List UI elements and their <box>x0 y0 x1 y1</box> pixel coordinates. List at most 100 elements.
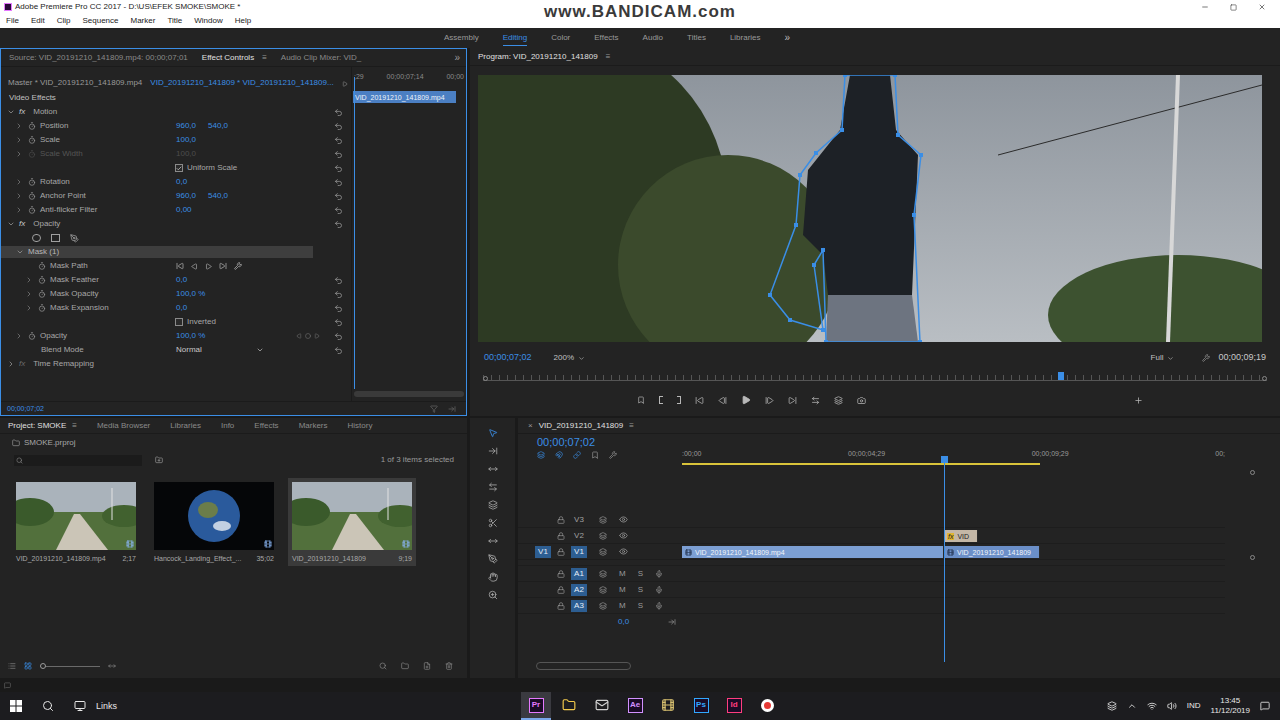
go-to-in-icon[interactable] <box>695 396 704 405</box>
track-forward-icon[interactable] <box>219 262 227 270</box>
taskbar-app[interactable]: Ps <box>686 692 716 720</box>
pen-mask-icon[interactable] <box>70 234 79 243</box>
taskbar-app[interactable]: Pr <box>521 692 551 720</box>
menu-item[interactable]: Clip <box>57 17 71 25</box>
track-target[interactable]: V1 <box>571 546 587 558</box>
task-view-icon[interactable] <box>74 700 86 712</box>
track-forward-one-icon[interactable] <box>205 263 212 270</box>
project-item[interactable]: VID_20191210_1418099;19 <box>288 478 416 566</box>
expand-icon[interactable] <box>15 136 23 144</box>
timeline-timecode[interactable]: 00;00;07;02 <box>537 437 682 448</box>
property-value[interactable]: 960,0 <box>176 122 196 130</box>
linked-selection-icon[interactable] <box>573 451 581 459</box>
taskbar-app[interactable]: Id <box>719 692 749 720</box>
taskbar-app[interactable] <box>554 692 584 720</box>
blend-mode-dropdown[interactable]: Normal <box>176 346 264 354</box>
lock-icon[interactable] <box>557 548 565 556</box>
expand-icon[interactable] <box>15 122 23 130</box>
new-bin-icon[interactable] <box>155 456 163 464</box>
mute-button[interactable]: M <box>619 602 626 610</box>
mic-icon[interactable] <box>655 586 663 594</box>
property-value[interactable]: 0,0 <box>176 178 187 186</box>
links-toolbar[interactable]: Links <box>96 702 117 711</box>
solo-button[interactable]: S <box>638 570 643 578</box>
panel-tab[interactable]: Source: VID_20191210_141809.mp4: 00;00;0… <box>9 54 188 62</box>
property-value[interactable]: 0,00 <box>176 206 192 214</box>
stopwatch-icon[interactable] <box>28 122 36 130</box>
reset-icon[interactable] <box>334 206 343 215</box>
expand-icon[interactable] <box>15 332 23 340</box>
collapse-icon[interactable] <box>7 220 15 228</box>
property-value[interactable]: 540,0 <box>208 122 228 130</box>
mask-row[interactable]: Mask (1) <box>1 245 351 259</box>
selection-tool-icon[interactable] <box>488 428 498 438</box>
checkbox[interactable] <box>175 318 183 326</box>
add-marker-icon[interactable] <box>637 396 645 404</box>
track-backward-icon[interactable] <box>176 262 184 270</box>
scrubber-playhead[interactable] <box>1058 372 1064 380</box>
stopwatch-icon[interactable] <box>28 136 36 144</box>
new-bin-icon[interactable] <box>401 662 409 670</box>
people-icon[interactable] <box>1107 701 1117 711</box>
eye-icon[interactable] <box>619 515 628 524</box>
mic-icon[interactable] <box>655 602 663 610</box>
workspace-tab[interactable]: Editing <box>503 31 527 46</box>
sync-lock-icon[interactable] <box>599 516 607 524</box>
go-to-out-icon[interactable] <box>788 396 797 405</box>
menu-item[interactable]: Marker <box>131 17 156 25</box>
reset-icon[interactable] <box>334 220 343 229</box>
property-value[interactable]: 100,0 % <box>176 332 205 340</box>
restore-icon[interactable] <box>1230 4 1237 11</box>
timeline-clip[interactable]: fxVID <box>944 530 978 542</box>
workspace-tab[interactable]: Assembly <box>444 31 479 46</box>
scrubber[interactable] <box>483 366 1267 390</box>
stopwatch-icon[interactable] <box>38 304 46 312</box>
panel-tab[interactable]: Effect Controls <box>202 54 254 62</box>
tracking-settings-icon[interactable] <box>234 262 242 270</box>
workspace-more[interactable]: » <box>785 33 791 43</box>
mute-button[interactable]: M <box>619 570 626 578</box>
icon-view-icon[interactable] <box>24 662 32 670</box>
checkbox[interactable] <box>175 164 183 172</box>
project-item[interactable]: VID_20191210_141809.mp42;17 <box>12 478 140 566</box>
solo-button[interactable]: S <box>638 586 643 594</box>
settings-icon[interactable] <box>1202 354 1210 362</box>
panel-tab[interactable]: Effects <box>254 422 278 430</box>
stopwatch-icon[interactable] <box>28 192 36 200</box>
property-value[interactable]: 0,0 <box>176 276 187 284</box>
taskbar-app[interactable] <box>653 692 683 720</box>
panel-menu[interactable]: ≡ <box>629 422 634 430</box>
step-forward-icon[interactable] <box>765 396 774 405</box>
panel-tab[interactable]: Libraries <box>170 422 201 430</box>
expand-icon[interactable] <box>15 150 23 158</box>
reset-icon[interactable] <box>334 304 343 313</box>
reset-icon[interactable] <box>334 346 343 355</box>
panel-tab[interactable]: History <box>348 422 373 430</box>
go-to-end-icon[interactable] <box>668 618 676 626</box>
expand-icon[interactable] <box>25 290 33 298</box>
panel-menu[interactable]: ≡ <box>606 53 611 61</box>
sync-lock-icon[interactable] <box>599 548 607 556</box>
stopwatch-icon[interactable] <box>28 332 36 340</box>
track-select-tool-icon[interactable] <box>488 446 498 456</box>
lock-icon[interactable] <box>557 570 565 578</box>
menu-item[interactable]: Window <box>194 17 222 25</box>
vertical-scrollbar[interactable] <box>1225 434 1280 678</box>
project-item[interactable]: Hancock_Landing_Effect_...35;02 <box>150 478 278 566</box>
find-icon[interactable] <box>379 662 387 670</box>
close-icon[interactable] <box>1258 3 1266 11</box>
next-keyframe-icon[interactable] <box>314 333 320 339</box>
track-target[interactable]: V3 <box>571 514 587 526</box>
list-view-icon[interactable] <box>8 662 16 670</box>
stopwatch-icon[interactable] <box>28 150 36 158</box>
effect-row[interactable]: fxOpacity <box>1 217 351 231</box>
property-value[interactable]: 100,0 <box>176 136 196 144</box>
workspace-tab[interactable]: Audio <box>643 31 663 46</box>
insert-icon[interactable] <box>811 396 820 405</box>
taskbar-app[interactable] <box>587 692 617 720</box>
effect-row[interactable]: fxTime Remapping <box>1 357 351 371</box>
zoom-dropdown[interactable]: 200% <box>554 354 585 362</box>
horizontal-scrollbar[interactable] <box>536 662 631 670</box>
stopwatch-icon[interactable] <box>28 206 36 214</box>
expand-icon[interactable] <box>25 276 33 284</box>
